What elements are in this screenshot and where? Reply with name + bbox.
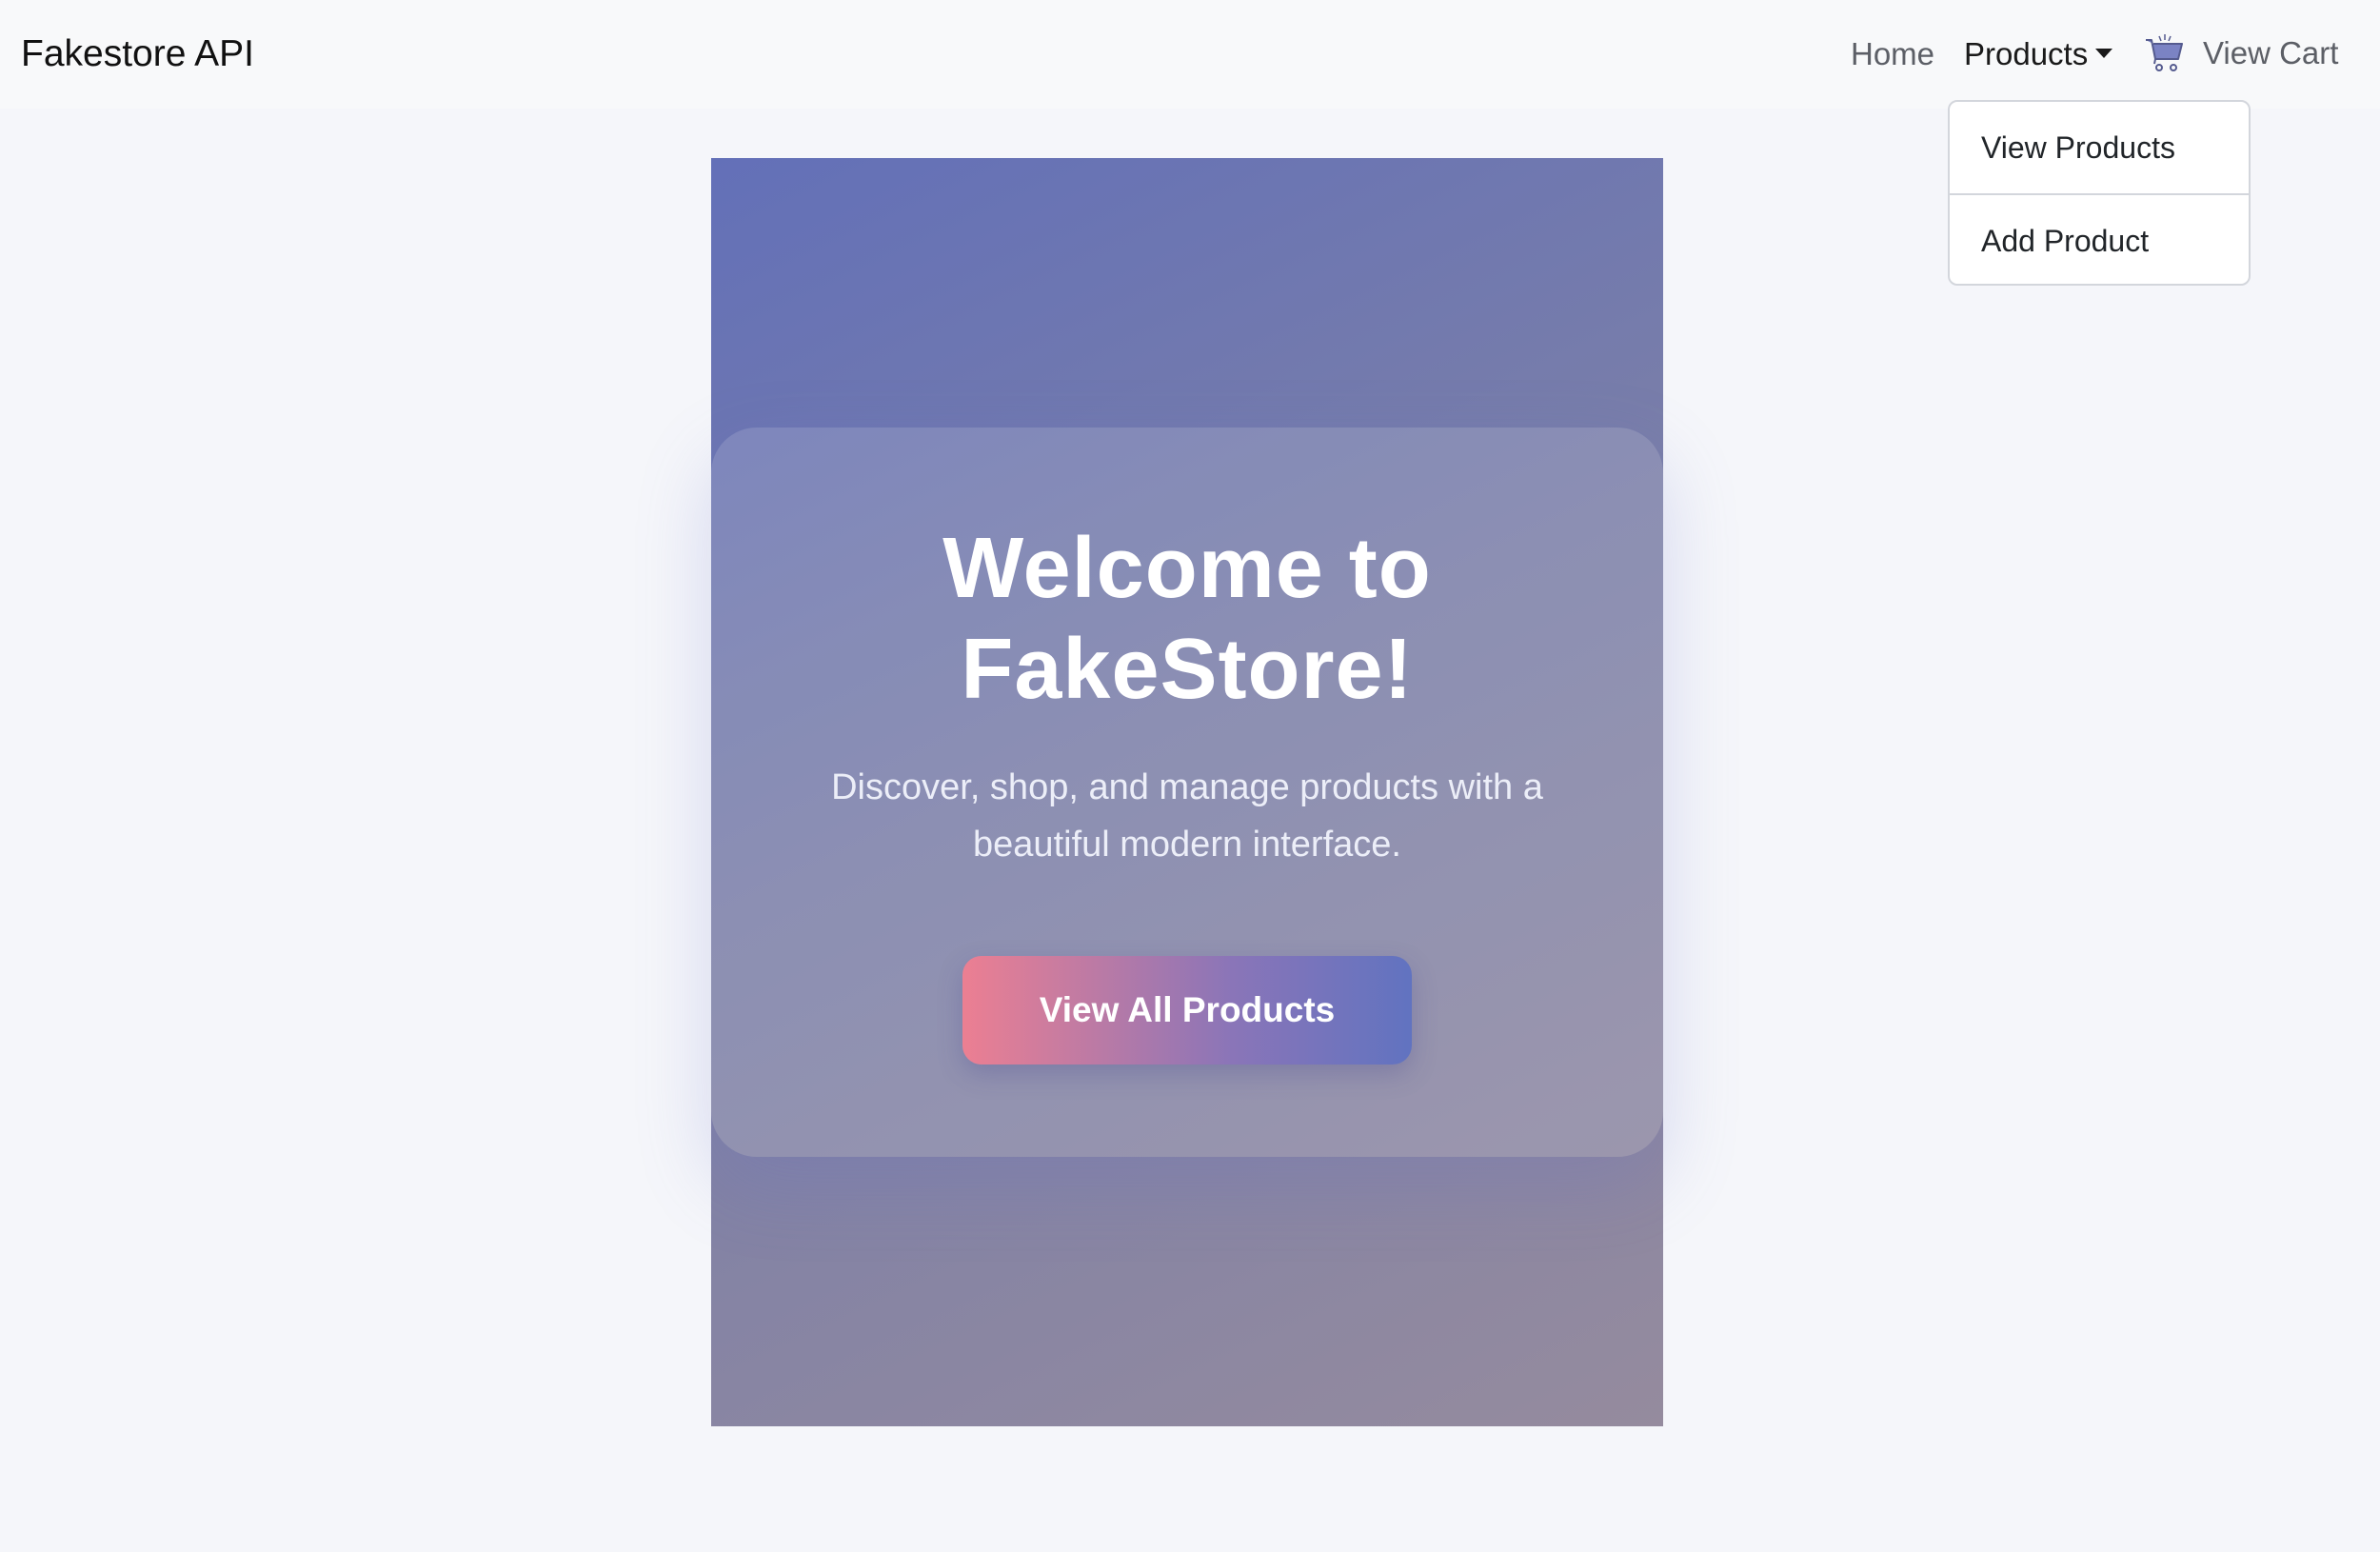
hero-title: Welcome to FakeStore!: [942, 521, 1432, 717]
nav-home-link[interactable]: Home: [1851, 35, 1934, 73]
dropdown-item-add-product[interactable]: Add Product: [1950, 195, 2249, 284]
hero-card: Welcome to FakeStore! Discover, shop, an…: [711, 428, 1663, 1157]
nav-products-dropdown-toggle[interactable]: Products: [1964, 35, 2113, 73]
shopping-cart-icon: [2144, 32, 2186, 74]
navbar: Fakestore API Home Products View Cart: [0, 0, 2380, 109]
products-dropdown-menu: View Products Add Product: [1948, 100, 2251, 286]
view-all-products-button[interactable]: View All Products: [962, 956, 1412, 1065]
nav-view-cart-link[interactable]: View Cart: [2144, 32, 2338, 74]
brand-link[interactable]: Fakestore API: [21, 32, 254, 76]
nav-view-cart-label: View Cart: [2203, 35, 2339, 70]
caret-down-icon: [2095, 49, 2113, 59]
dropdown-item-view-products[interactable]: View Products: [1950, 102, 2249, 193]
hero-subtitle: Discover, shop, and manage products with…: [831, 767, 1543, 865]
nav-products-label: Products: [1964, 36, 2089, 71]
